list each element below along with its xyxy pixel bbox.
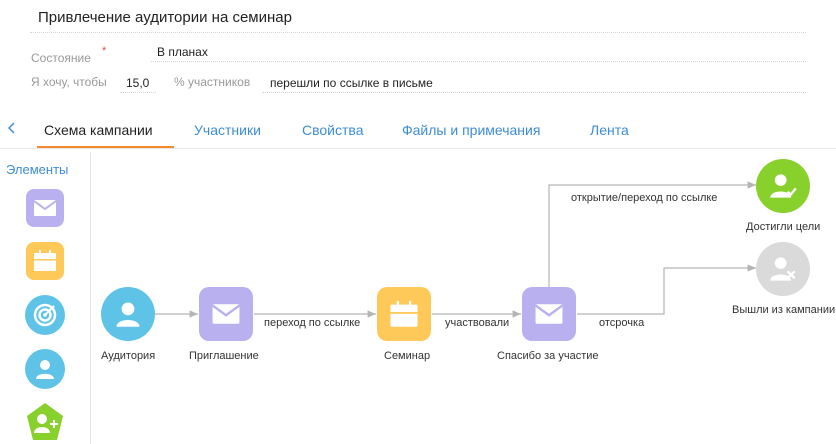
node-thanks-email-label: Спасибо за участие — [497, 350, 599, 362]
node-audience[interactable] — [101, 287, 155, 341]
connector-label-attended: участвовали — [445, 317, 510, 329]
node-exited-label: Вышли из кампании — [732, 304, 836, 316]
node-invitation[interactable] — [199, 287, 253, 341]
node-goal-reached-label: Достигли цели — [746, 221, 821, 233]
connector-label-open-click: открытие/переход по ссылке — [571, 192, 718, 204]
person-check-icon — [770, 174, 797, 198]
calendar-icon — [390, 300, 418, 327]
node-seminar[interactable] — [377, 287, 431, 341]
node-seminar-label: Семинар — [384, 350, 431, 362]
node-invitation-label: Приглашение — [189, 350, 259, 362]
connector-label-link-click: переход по ссылке — [264, 317, 361, 329]
flow-connectors — [150, 181, 756, 318]
node-thanks-email[interactable] — [522, 287, 576, 341]
node-goal-reached[interactable] — [756, 159, 810, 213]
person-remove-icon — [770, 257, 796, 281]
node-audience-label: Аудитория — [101, 350, 156, 362]
connector-label-delay: отсрочка — [599, 317, 645, 329]
person-icon — [116, 302, 140, 327]
envelope-icon — [534, 304, 564, 324]
envelope-icon — [211, 304, 241, 324]
node-exited[interactable] — [756, 242, 810, 296]
